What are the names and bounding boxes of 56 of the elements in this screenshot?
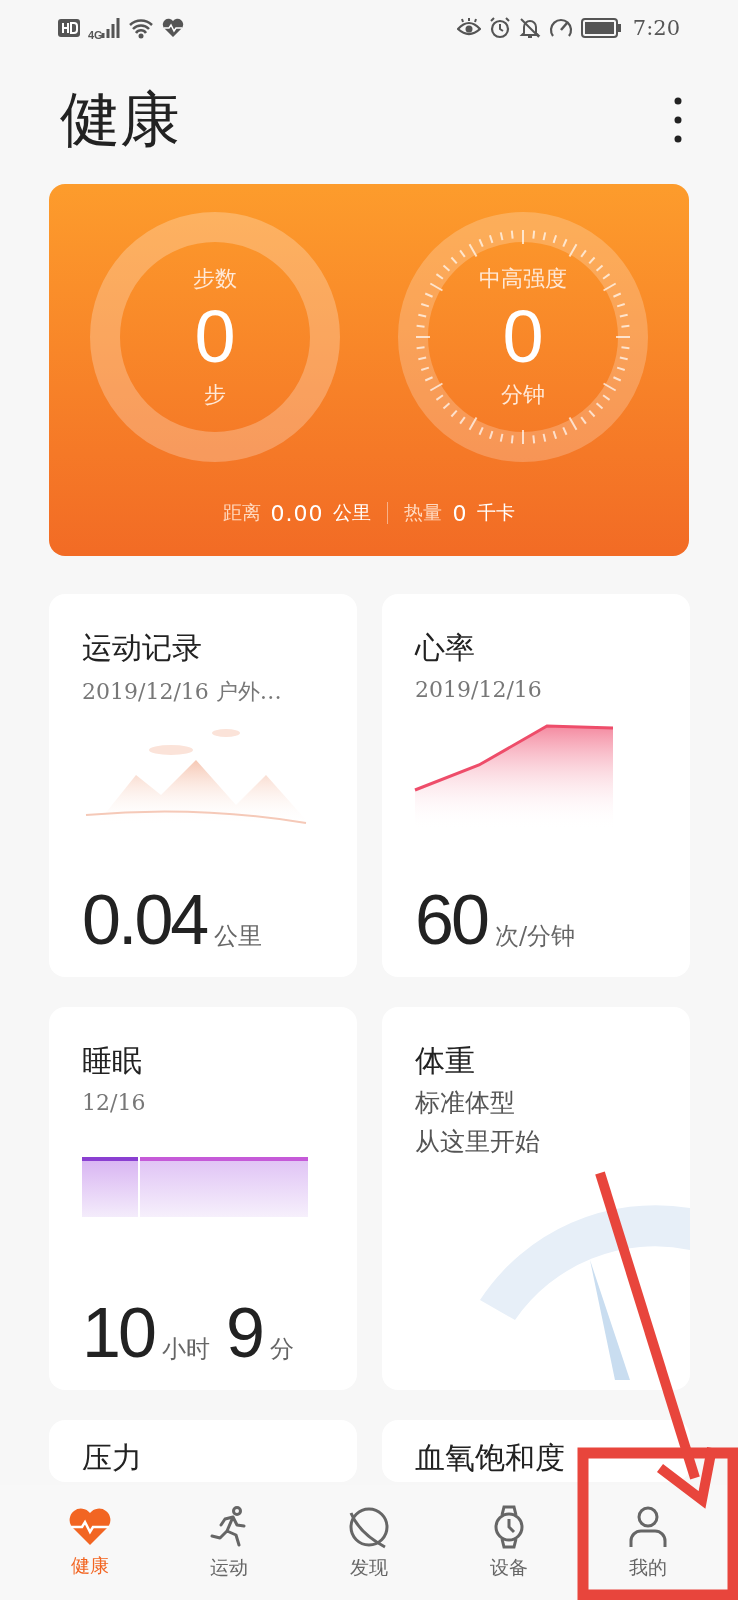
heart-icon	[161, 18, 184, 38]
hd-icon	[58, 19, 80, 37]
reading-value: 9	[225, 1298, 262, 1368]
card-title: 睡眠	[82, 1042, 143, 1080]
nav-tab[interactable]: 设备	[463, 1504, 554, 1581]
ring-unit: 分钟	[501, 381, 545, 409]
health-card[interactable]: 体重 标准体型 从这里开始	[382, 1007, 690, 1390]
heart-icon	[67, 1506, 112, 1547]
card-text: 标准体型	[415, 1087, 516, 1119]
battery-icon	[580, 18, 621, 38]
reading-unit: 小时	[161, 1334, 210, 1365]
stat-value: 0	[452, 500, 468, 526]
stat-unit: 公里	[333, 500, 372, 525]
eye-icon	[456, 18, 481, 38]
card-title: 血氧饱和度	[415, 1439, 566, 1477]
card-text: 从这里开始	[415, 1126, 541, 1158]
reading-unit: 公里	[214, 921, 263, 952]
signal-icon	[100, 18, 120, 38]
health-card[interactable]: 压力	[49, 1420, 357, 1482]
card-date: 2019/12/16	[415, 677, 543, 702]
stat-unit: 千卡	[477, 500, 516, 525]
network-type: 4G	[88, 29, 103, 41]
card-date: 12/16	[82, 1090, 147, 1115]
stat-value: 0.00	[270, 500, 324, 526]
nav-tab[interactable]: 发现	[324, 1504, 414, 1581]
status-time: 7:20	[632, 16, 680, 40]
reading-value: 10	[82, 1298, 154, 1368]
card-title: 压力	[82, 1439, 143, 1477]
reading-value: 0.04	[82, 885, 207, 955]
stat-label: 距离	[222, 500, 261, 525]
health-card[interactable]: 心率 2019/12/16 60 次/分钟	[382, 594, 690, 977]
nav-tab[interactable]: 运动	[184, 1504, 275, 1581]
card-title: 体重	[415, 1042, 476, 1080]
health-card[interactable]: 运动记录 2019/12/16 户外… 0.04 公里	[49, 594, 357, 977]
gauge-icon	[548, 17, 573, 39]
page-title: 健康	[60, 82, 180, 156]
nav-tab[interactable]: 我的	[603, 1504, 694, 1581]
reading-unit: 次/分钟	[494, 921, 575, 952]
ring-value: 0	[502, 300, 544, 374]
card-title: 心率	[415, 629, 476, 667]
stat-label: 热量	[404, 500, 443, 525]
card-date: 2019/12/16 户外…	[82, 678, 283, 706]
reading-value: 60	[415, 885, 487, 955]
ring-label: 中高强度	[479, 265, 567, 293]
ring-label: 步数	[193, 265, 237, 293]
bell-off-icon	[518, 17, 541, 39]
card-title: 运动记录	[82, 629, 203, 667]
health-card[interactable]: 睡眠 12/16 10 小时 9 分	[49, 1007, 357, 1390]
deep-sleep-bar	[82, 1157, 138, 1217]
person-icon	[628, 1504, 669, 1549]
wifi-icon	[127, 17, 154, 39]
alarm-icon	[488, 17, 511, 39]
ring-value: 0	[194, 300, 236, 374]
reading-unit: 分	[269, 1334, 294, 1365]
more-icon[interactable]	[674, 97, 682, 143]
ring-unit: 步	[204, 381, 226, 409]
